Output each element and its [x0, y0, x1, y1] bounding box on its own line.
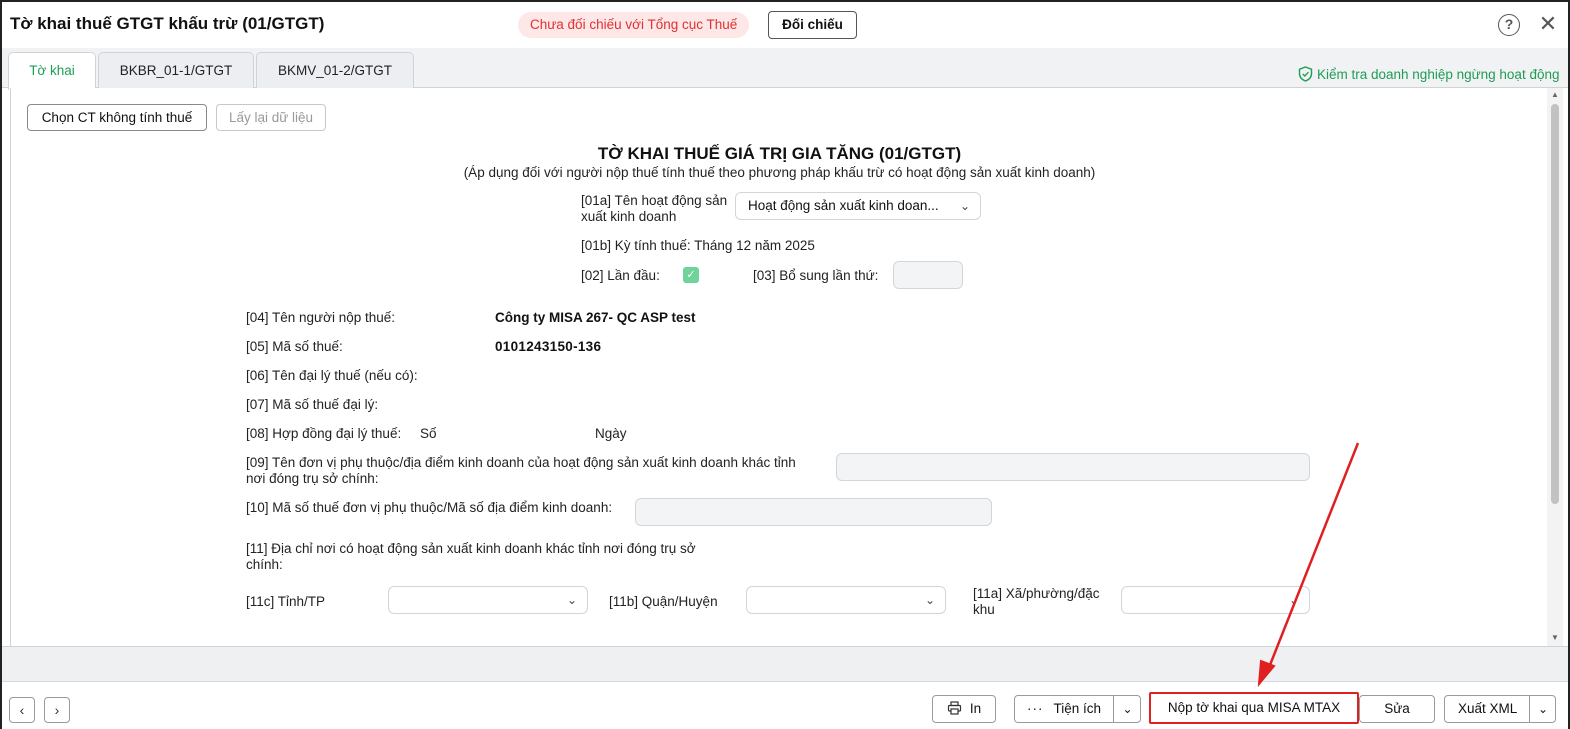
ward-select[interactable]: ⌄: [1121, 586, 1310, 614]
close-icon[interactable]: ✕: [1537, 12, 1559, 36]
f02-label: [02] Lần đầu:: [581, 268, 660, 283]
shield-check-icon: [1298, 66, 1313, 82]
reload-data-button[interactable]: Lấy lại dữ liệu: [216, 104, 326, 131]
title-bar: Tờ khai thuế GTGT khấu trừ (01/GTGT) Chư…: [2, 2, 1568, 48]
print-label: In: [969, 701, 982, 716]
window-title: Tờ khai thuế GTGT khấu trừ (01/GTGT): [10, 14, 325, 33]
tab-bar: Tờ khai BKBR_01-1/GTGT BKMV_01-2/GTGT Ki…: [2, 48, 1568, 90]
first-time-checkbox[interactable]: ✓: [683, 267, 699, 283]
f08-ngay-label: Ngày: [595, 426, 627, 441]
tab-bkmv[interactable]: BKMV_01-2/GTGT: [256, 52, 414, 89]
taxpayer-name: Công ty MISA 267- QC ASP test: [495, 310, 696, 325]
branch-tax-code-input[interactable]: [635, 498, 992, 526]
f04-label: [04] Tên người nộp thuế:: [246, 310, 395, 325]
f11-label-line1: [11] Địa chỉ nơi có hoạt động sản xuất k…: [246, 541, 696, 556]
f01a-label-line1: [01a] Tên hoạt động sản: [581, 193, 728, 208]
business-activity-value: Hoạt động sản xuất kinh doan...: [748, 198, 939, 213]
export-chevron-icon[interactable]: ⌄: [1529, 696, 1556, 722]
tab-to-khai[interactable]: Tờ khai: [8, 52, 96, 90]
f06-label: [06] Tên đại lý thuế (nếu có):: [246, 368, 418, 383]
scroll-down-icon[interactable]: ▼: [1550, 633, 1560, 642]
submit-mtax-label: Nộp tờ khai qua MISA MTAX: [1167, 700, 1341, 715]
check-business-link[interactable]: Kiểm tra doanh nghiệp ngừng hoạt động: [1298, 66, 1559, 82]
f10-label: [10] Mã số thuế đơn vị phụ thuộc/Mã số đ…: [246, 500, 613, 515]
utility-button[interactable]: ··· Tiện ích ⌄: [1014, 695, 1141, 723]
scroll-up-icon[interactable]: ▲: [1550, 90, 1560, 99]
choose-nontax-button[interactable]: Chọn CT không tính thuế: [27, 104, 207, 131]
utility-chevron-icon[interactable]: ⌄: [1113, 696, 1141, 722]
f01a-label-line2: xuất kinh doanh: [581, 209, 677, 224]
tax-period: [01b] Kỳ tính thuế: Tháng 12 năm 2025: [581, 238, 815, 253]
f11-label-line2: chính:: [246, 557, 283, 572]
window-frame: Tờ khai thuế GTGT khấu trừ (01/GTGT) Chư…: [0, 0, 1570, 729]
status-badge: Chưa đối chiếu với Tổng cục Thuế: [518, 12, 750, 38]
chevron-left-icon[interactable]: ‹: [9, 697, 35, 723]
more-horizontal-icon: ···: [1027, 701, 1044, 716]
f11b-label: [11b] Quận/Huyện: [609, 594, 718, 609]
form-title: TỜ KHAI THUẾ GIÁ TRỊ GIA TĂNG (01/GTGT): [597, 144, 962, 163]
print-button[interactable]: In: [932, 695, 996, 723]
chevron-down-icon: ⌄: [566, 593, 577, 607]
scroll-thumb[interactable]: [1551, 104, 1559, 504]
tab-bkbr[interactable]: BKBR_01-1/GTGT: [98, 52, 254, 89]
edit-button[interactable]: Sửa: [1359, 695, 1435, 723]
business-activity-select[interactable]: Hoạt động sản xuất kinh doan... ⌄: [735, 192, 981, 220]
chevron-down-icon: ⌄: [959, 199, 970, 213]
f07-label: [07] Mã số thuế đại lý:: [246, 397, 379, 412]
chevron-down-icon: ⌄: [924, 593, 935, 607]
check-business-label: Kiểm tra doanh nghiệp ngừng hoạt động: [1317, 67, 1560, 82]
f11a-label-line2: khu: [973, 602, 995, 617]
supplement-number-input[interactable]: [893, 261, 963, 289]
f05-label: [05] Mã số thuế:: [246, 339, 343, 354]
footer-strip: [2, 646, 1568, 681]
question-circle-icon[interactable]: ?: [1498, 14, 1520, 36]
utility-label: Tiện ích: [1053, 701, 1102, 716]
export-xml-button[interactable]: Xuất XML ⌄: [1444, 695, 1556, 723]
province-select[interactable]: ⌄: [388, 586, 588, 614]
compare-button[interactable]: Đối chiếu: [768, 11, 857, 39]
f08-label: [08] Hợp đồng đại lý thuế:: [246, 426, 402, 441]
f11a-label-line1: [11a] Xã/phường/đặc: [973, 586, 1100, 601]
branch-name-input[interactable]: [836, 453, 1310, 481]
submit-mtax-button[interactable]: Nộp tờ khai qua MISA MTAX: [1149, 692, 1359, 724]
f09-label-line2: nơi đóng trụ sở chính:: [246, 471, 379, 486]
printer-icon: [947, 701, 961, 715]
f08-so-label: Số: [420, 426, 437, 441]
chevron-right-icon[interactable]: ›: [44, 697, 70, 723]
vertical-scrollbar[interactable]: ▲ ▼: [1547, 88, 1563, 646]
form-subtitle: (Áp dụng đối với người nộp thuế tính thu…: [463, 165, 1096, 180]
export-xml-label: Xuất XML: [1458, 701, 1518, 716]
district-select[interactable]: ⌄: [746, 586, 946, 614]
declaration-form: Chọn CT không tính thuế Lấy lại dữ liệu …: [10, 88, 1547, 646]
f03-label: [03] Bổ sung lần thứ:: [753, 268, 879, 283]
f11c-label: [11c] Tỉnh/TP: [246, 594, 326, 609]
tax-code: 0101243150-136: [495, 339, 602, 354]
chevron-down-icon: ⌄: [1288, 593, 1299, 607]
f09-label-line1: [09] Tên đơn vị phụ thuộc/địa điểm kinh …: [246, 455, 796, 470]
